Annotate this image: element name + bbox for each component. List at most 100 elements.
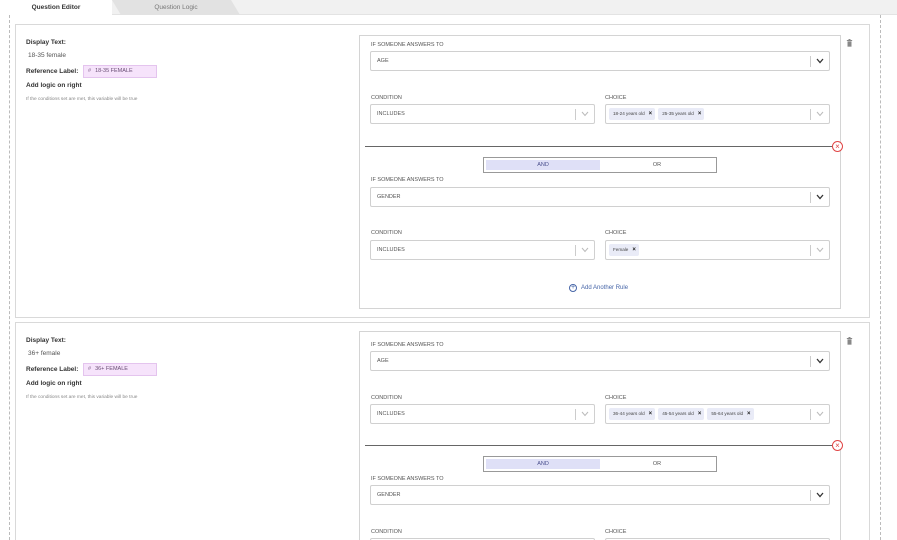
or-option[interactable]: OR xyxy=(600,459,714,469)
chevron-down-icon[interactable] xyxy=(816,411,824,417)
hash-icon: # xyxy=(88,68,92,74)
select-separator xyxy=(810,109,811,120)
hash-icon: # xyxy=(88,366,92,372)
reference-label-label: Reference Label: xyxy=(26,68,79,75)
choice-chip: 18-24 years old × xyxy=(609,108,656,120)
choice-select[interactable]: 18-24 years old × 25-35 years old × xyxy=(605,104,830,124)
question-select-value: GENDER xyxy=(377,194,401,200)
choice-select[interactable]: 36-44 years old × 45-54 years old × 55-64 … xyxy=(605,404,830,424)
chevron-down-icon[interactable] xyxy=(816,58,824,64)
select-separator xyxy=(810,245,811,256)
choice-chip: 45-54 years old × xyxy=(658,408,705,420)
plus-circle-icon: + xyxy=(569,284,577,292)
select-separator xyxy=(810,56,811,67)
display-text-value: 18-35 female xyxy=(28,52,66,59)
chip-remove-icon[interactable]: × xyxy=(747,408,751,420)
select-separator xyxy=(810,490,811,501)
add-another-rule-button[interactable]: + Add Another Rule xyxy=(569,284,628,292)
display-text-label: Display Text: xyxy=(26,337,66,344)
condition-select[interactable]: INCLUDES xyxy=(370,240,595,260)
tab-question-logic[interactable]: Question Logic xyxy=(112,0,240,15)
chip-remove-icon[interactable]: × xyxy=(649,408,653,420)
trash-icon[interactable] xyxy=(846,39,853,47)
chip-remove-icon[interactable]: × xyxy=(698,408,702,420)
question-select[interactable]: AGE xyxy=(370,351,830,371)
question-select-value: AGE xyxy=(377,358,389,364)
display-text-label: Display Text: xyxy=(26,39,66,46)
choice-chip: 55-64 years old × xyxy=(707,408,754,420)
select-separator xyxy=(810,409,811,420)
question-select-value: GENDER xyxy=(377,492,401,498)
chevron-down-icon[interactable] xyxy=(581,247,589,253)
and-or-toggle: AND OR xyxy=(483,157,717,173)
and-or-toggle: AND OR xyxy=(483,456,717,472)
condition-label: CONDITION xyxy=(371,395,402,401)
select-separator xyxy=(575,409,576,420)
logic-rule-group: IF SOMEONE ANSWERS TO AGE CONDITION INCL… xyxy=(359,331,843,540)
choice-chip-label: 18-24 years old xyxy=(613,111,645,116)
reference-label-label: Reference Label: xyxy=(26,366,79,373)
condition-select[interactable]: INCLUDES xyxy=(370,104,595,124)
condition-label: CONDITION xyxy=(371,230,402,236)
choice-chip-label: 55-64 years old xyxy=(711,411,744,416)
choice-chip: Female × xyxy=(609,244,639,256)
choice-label: CHOICE xyxy=(605,529,627,535)
remove-rule-icon[interactable]: × xyxy=(832,141,843,152)
choice-chip-label: 25-35 years old xyxy=(662,111,694,116)
rule-divider xyxy=(365,445,832,446)
choice-select[interactable]: Female × xyxy=(605,240,830,260)
choice-chips: 36-44 years old × 45-54 years old × 55-64 … xyxy=(609,408,754,420)
tab-bar: Question Editor Question Logic xyxy=(0,0,897,15)
condition-select-value: INCLUDES xyxy=(377,111,405,117)
if-answers-label: IF SOMEONE ANSWERS TO xyxy=(371,342,444,348)
if-answers-label: IF SOMEONE ANSWERS TO xyxy=(371,476,444,482)
select-separator xyxy=(575,245,576,256)
condition-label: CONDITION xyxy=(371,95,402,101)
question-select[interactable]: AGE xyxy=(370,51,830,71)
select-separator xyxy=(810,356,811,367)
logic-rule-group: IF SOMEONE ANSWERS TO AGE CONDITION INCL… xyxy=(359,35,843,309)
choice-chip-label: 36-44 years old xyxy=(613,411,645,416)
choice-chips: Female × xyxy=(609,244,639,256)
add-rule-label: Add Another Rule xyxy=(581,285,629,291)
choice-chip-label: Female xyxy=(613,247,629,252)
tab-question-editor[interactable]: Question Editor xyxy=(0,0,112,15)
chevron-down-icon[interactable] xyxy=(816,358,824,364)
choice-label: CHOICE xyxy=(605,95,627,101)
variable-card: Display Text: 36+ female Reference Label… xyxy=(15,322,870,540)
and-option[interactable]: AND xyxy=(486,160,600,170)
chevron-down-icon[interactable] xyxy=(581,411,589,417)
condition-select[interactable]: INCLUDES xyxy=(370,404,595,424)
question-select-value: AGE xyxy=(377,58,389,64)
remove-rule-icon[interactable]: × xyxy=(832,440,843,451)
chevron-down-icon[interactable] xyxy=(816,247,824,253)
question-select[interactable]: GENDER xyxy=(370,187,830,207)
choice-chip: 36-44 years old × xyxy=(609,408,656,420)
and-option[interactable]: AND xyxy=(486,459,600,469)
if-answers-label: IF SOMEONE ANSWERS TO xyxy=(371,42,444,48)
chevron-down-icon[interactable] xyxy=(816,194,824,200)
chevron-down-icon[interactable] xyxy=(816,111,824,117)
chip-remove-icon[interactable]: × xyxy=(632,244,636,256)
condition-select-value: INCLUDES xyxy=(377,411,405,417)
reference-label-input[interactable]: #18-35 FEMALE xyxy=(83,65,157,78)
chevron-down-icon[interactable] xyxy=(816,492,824,498)
question-select[interactable]: GENDER xyxy=(370,485,830,505)
or-option[interactable]: OR xyxy=(600,160,714,170)
choice-chip: 25-35 years old × xyxy=(658,108,705,120)
select-separator xyxy=(575,109,576,120)
variable-card: Display Text: 18-35 female Reference Lab… xyxy=(15,24,870,318)
chip-remove-icon[interactable]: × xyxy=(649,108,653,120)
add-logic-label: Add logic on right xyxy=(26,82,82,89)
condition-label: CONDITION xyxy=(371,529,402,535)
reference-label-input[interactable]: #36+ FEMALE xyxy=(83,363,157,376)
reference-label-value: 18-35 FEMALE xyxy=(95,68,133,74)
guide-line-right xyxy=(880,15,881,540)
rule-divider xyxy=(365,146,832,147)
trash-icon[interactable] xyxy=(846,337,853,345)
chevron-down-icon[interactable] xyxy=(581,111,589,117)
chip-remove-icon[interactable]: × xyxy=(698,108,702,120)
reference-label-value: 36+ FEMALE xyxy=(95,366,128,372)
logic-hint: If the conditions set are met, this vari… xyxy=(26,97,138,102)
logic-hint: If the conditions set are met, this vari… xyxy=(26,395,138,400)
